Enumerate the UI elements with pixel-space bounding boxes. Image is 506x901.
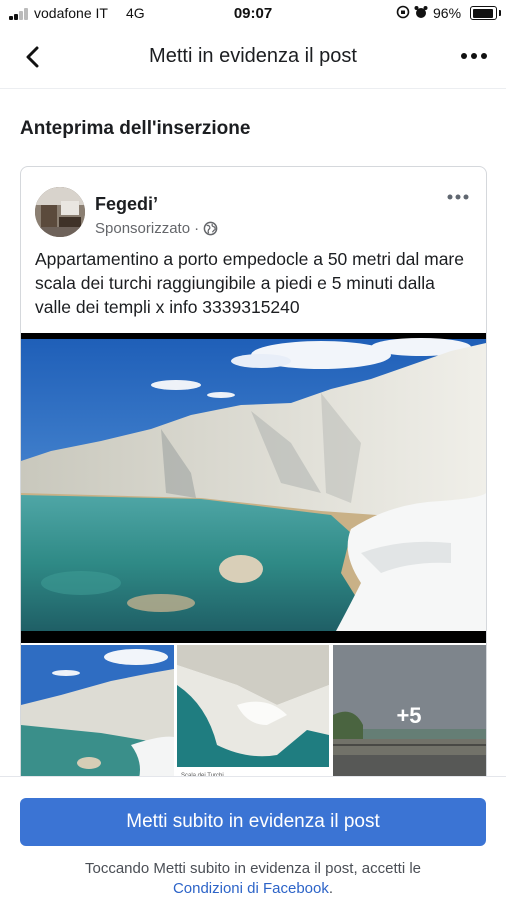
post-options-button[interactable] — [444, 189, 472, 205]
section-title: Anteprima dell'inserzione — [20, 118, 251, 139]
page-title: Metti in evidenza il post — [149, 45, 357, 67]
terms-link[interactable]: Condizioni di Facebook — [173, 880, 329, 897]
page-name[interactable]: Fegedi’ — [95, 194, 158, 215]
clock: 09:07 — [233, 5, 273, 22]
photo-thumbnails: Scala dei Turchi +5 — [21, 645, 486, 787]
thumbnail-photo-more[interactable]: +5 — [333, 645, 486, 787]
battery-icon — [470, 6, 501, 20]
globe-icon — [203, 221, 218, 236]
nav-bar: Metti in evidenza il post — [0, 30, 506, 89]
post-text: Appartamentino a porto empedocle a 50 me… — [35, 249, 464, 317]
terms-suffix: . — [328, 880, 334, 897]
main-photo[interactable] — [21, 333, 486, 643]
more-horizontal-icon — [461, 53, 487, 59]
sponsored-label: Sponsorizzato — [95, 220, 191, 237]
bottom-action-bar: Metti subito in evidenza il post Toccand… — [0, 776, 506, 901]
separator-dot: · — [194, 220, 200, 237]
terms-text: Toccando Metti subito in evidenza il pos… — [20, 859, 486, 899]
more-photos-count: +5 — [396, 703, 422, 728]
more-options-button[interactable] — [456, 42, 492, 70]
status-bar: vodafone IT 4G 09:07 96% — [0, 0, 506, 26]
ad-preview-card: Fegedi’ Sponsorizzato · Appartamentino a… — [20, 166, 487, 788]
boost-now-button[interactable]: Metti subito in evidenza il post — [20, 798, 486, 846]
alarm-icon — [414, 6, 428, 18]
avatar[interactable] — [35, 187, 85, 237]
battery-percent: 96% — [433, 5, 462, 21]
more-horizontal-icon — [447, 194, 469, 200]
sponsored-line: Sponsorizzato · — [95, 220, 218, 237]
thumbnail-photo[interactable] — [21, 645, 174, 787]
terms-prefix: Toccando Metti subito in evidenza il pos… — [84, 860, 421, 877]
orientation-lock-icon — [396, 5, 410, 19]
thumbnail-photo[interactable]: Scala dei Turchi — [177, 645, 329, 787]
status-icons — [396, 5, 428, 20]
